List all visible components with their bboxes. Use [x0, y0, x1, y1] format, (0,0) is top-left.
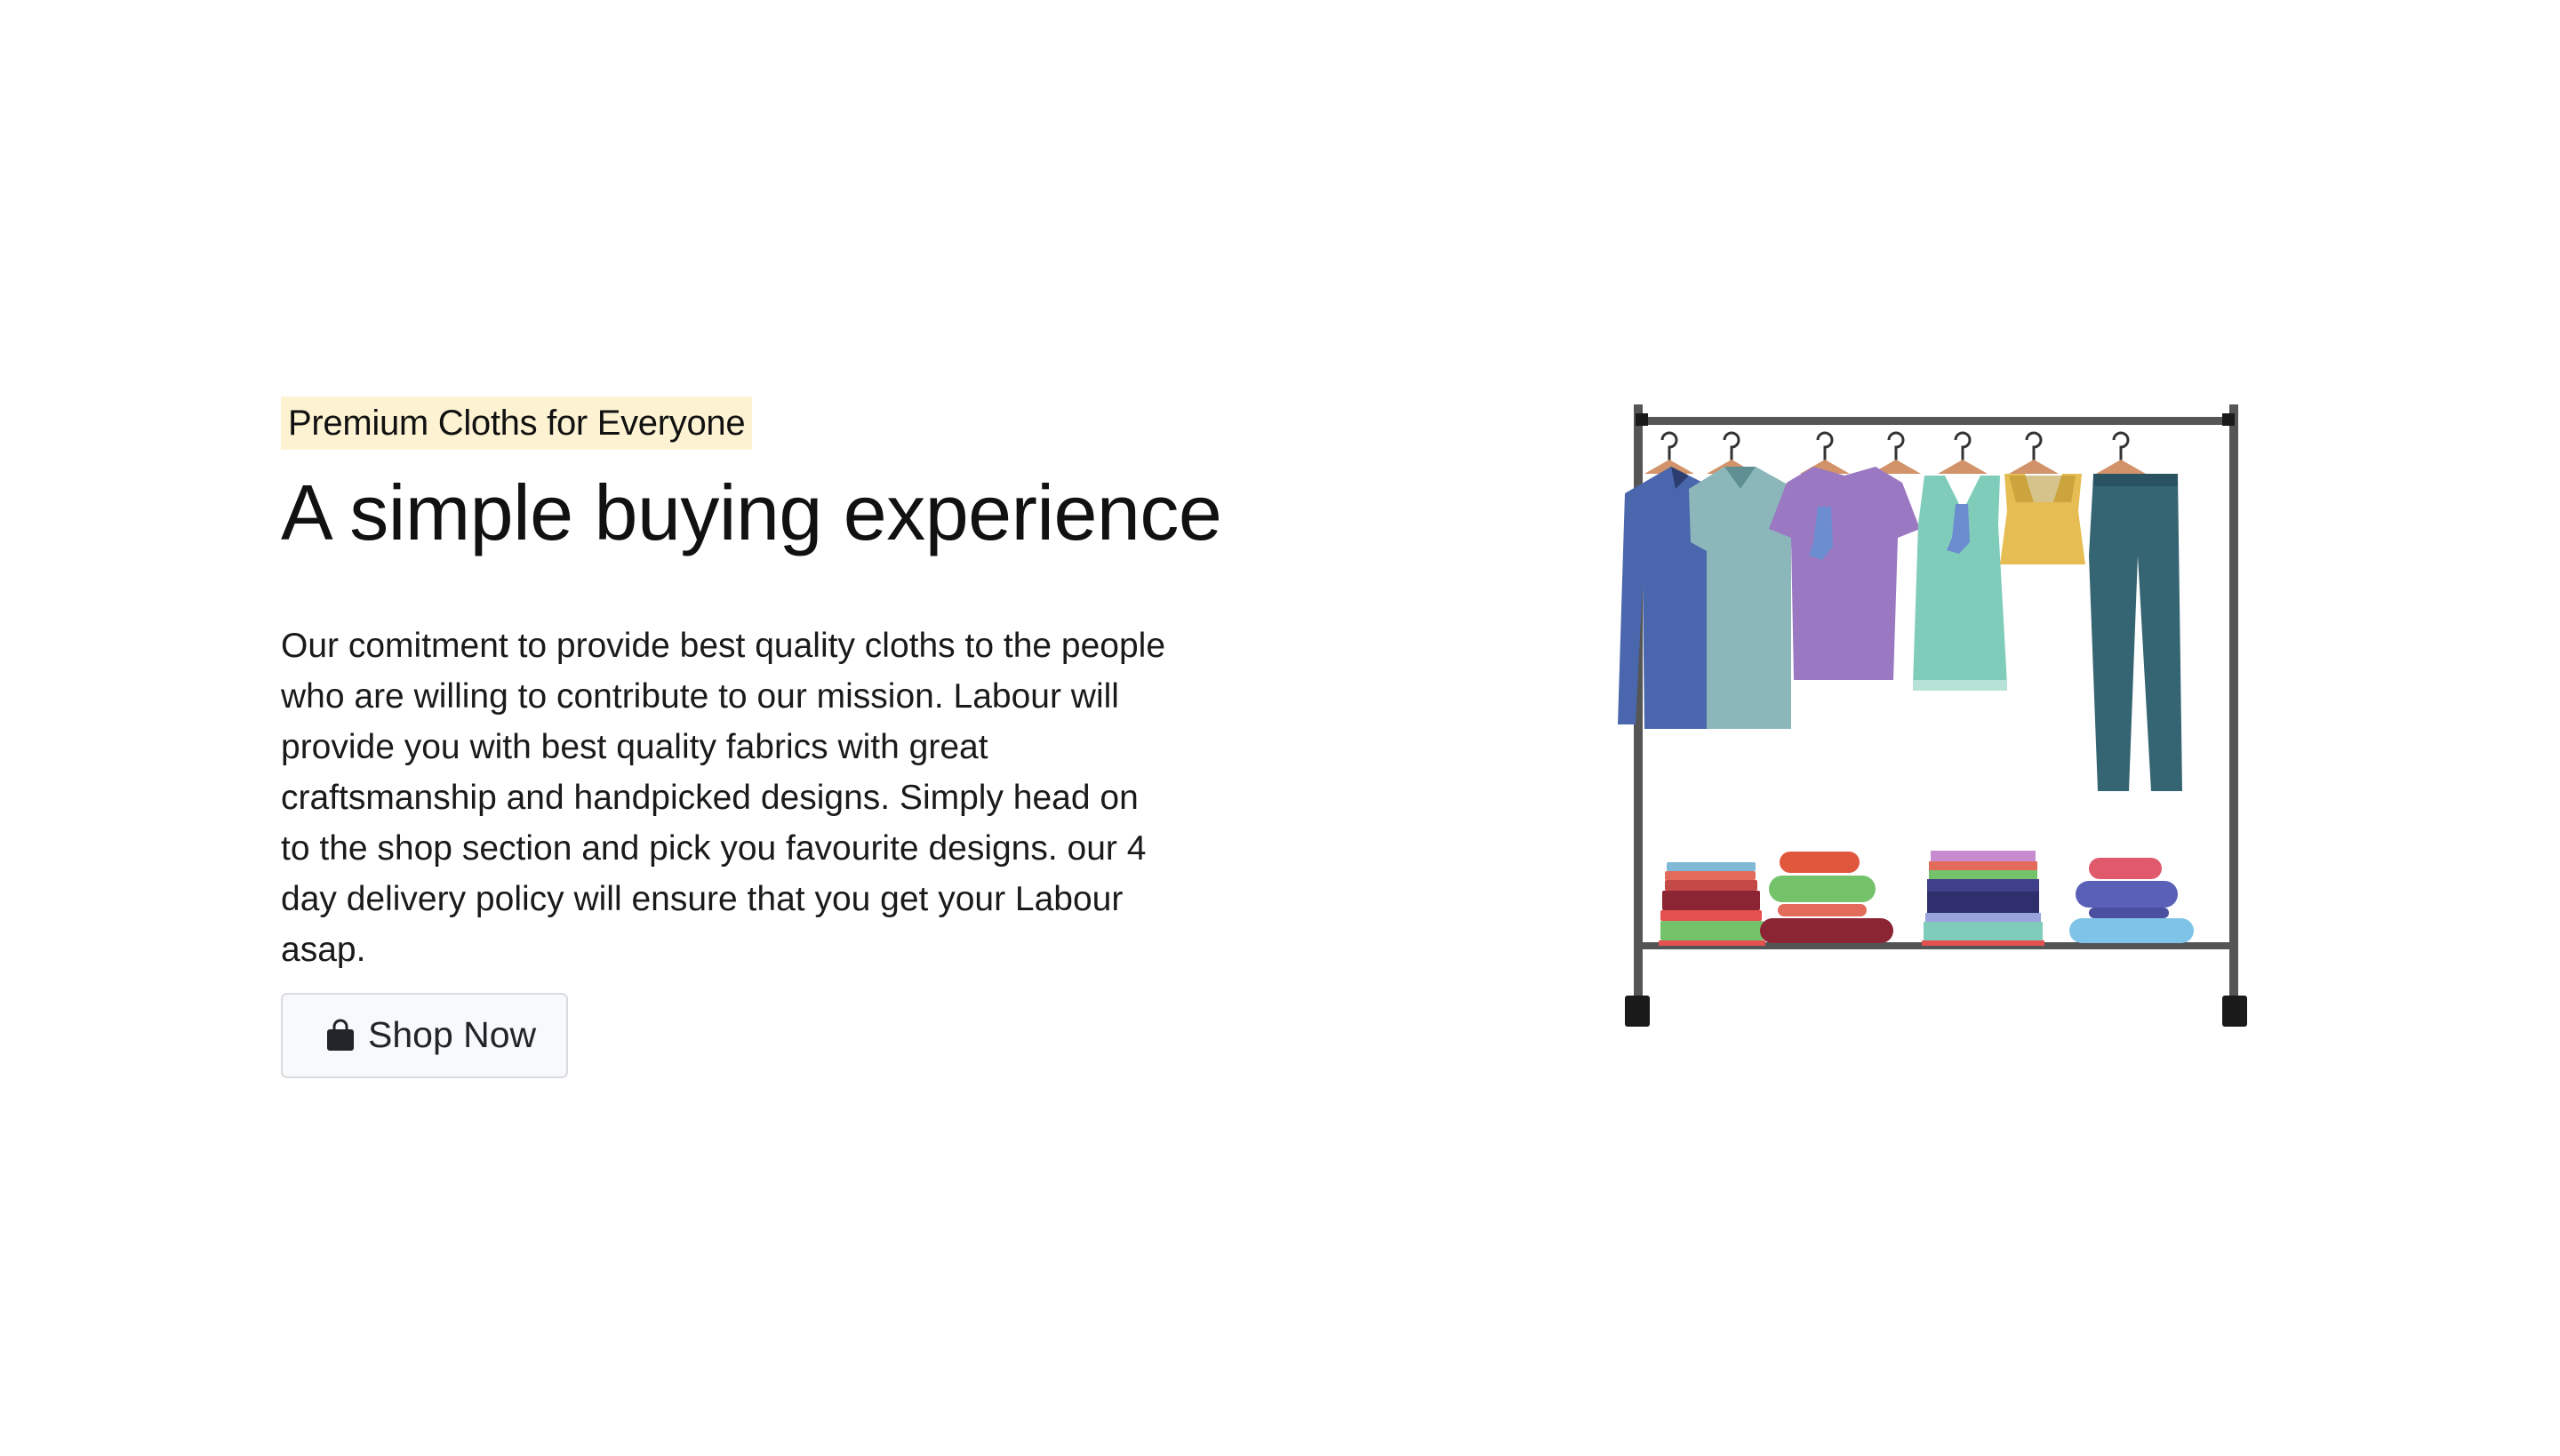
page: Premium Cloths for Everyone A simple buy… [0, 0, 2560, 1456]
page-title: A simple buying experience [281, 468, 1222, 556]
shop-now-label: Shop Now [368, 1014, 537, 1056]
hero-section: Premium Cloths for Everyone A simple buy… [281, 396, 1222, 1078]
hero-description: Our comitment to provide best quality cl… [281, 626, 1166, 969]
tagline-badge: Premium Cloths for Everyone [281, 396, 753, 450]
shopping-bag-icon [325, 1019, 356, 1052]
clothes-rack-illustration [1591, 404, 2258, 1037]
shop-now-button[interactable]: Shop Now [281, 992, 569, 1078]
